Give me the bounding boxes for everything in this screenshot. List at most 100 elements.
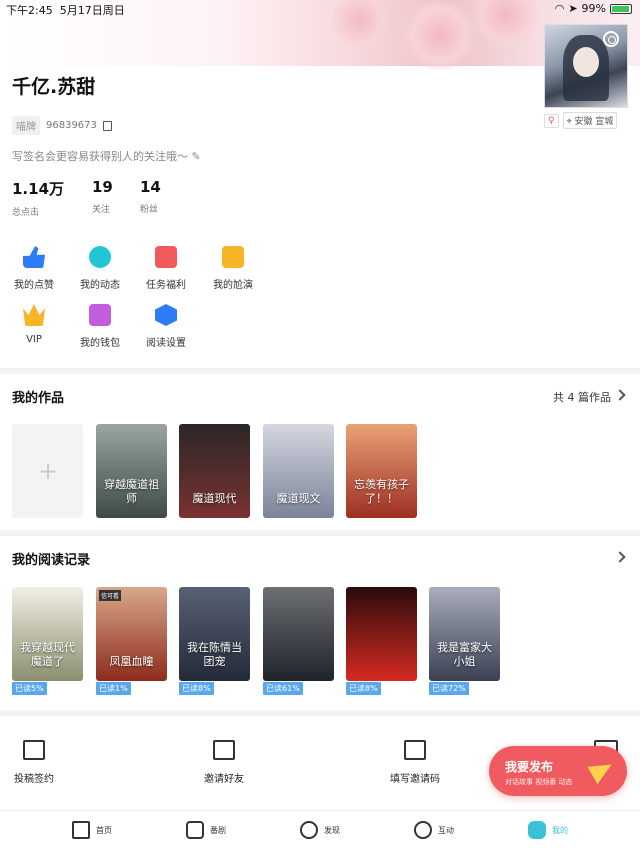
id-row: 喵牌 96839673 [12, 116, 112, 135]
status-date: 5月17日周日 [59, 4, 125, 17]
reading-cover[interactable]: 我穿越现代魔道了 已读5% [12, 587, 83, 695]
menu-reading-settings[interactable]: 阅读设置 [136, 304, 196, 349]
add-work-button[interactable]: + [12, 424, 83, 518]
status-time: 下午2:45 [6, 4, 53, 17]
settings-icon[interactable] [603, 31, 619, 47]
paper-plane-icon [587, 755, 617, 785]
copy-icon[interactable] [102, 120, 112, 131]
stat-value: 14 [140, 178, 161, 196]
chat-bubble-icon [414, 821, 432, 839]
tab-label: 我的 [552, 825, 568, 835]
home-icon [72, 821, 90, 839]
action-label: 邀请好友 [204, 774, 244, 785]
action-label: 填写邀请码 [390, 774, 440, 785]
id-number: 96839673 [46, 120, 97, 131]
profile-name: 千亿.苏甜 [12, 76, 96, 98]
edit-pencil-icon[interactable]: ✎ [192, 150, 201, 163]
reading-cover[interactable]: 信可看 凤凰血瞳 已读1% [96, 587, 167, 695]
reading-progress-badge: 已读8% [346, 682, 381, 695]
reading-title: 我穿越现代魔道了 [20, 641, 75, 668]
stat-value: 19 [92, 178, 113, 196]
reading-title: 凤凰血瞳 [109, 655, 154, 668]
compass-icon [89, 246, 111, 268]
female-icon: ♀ [544, 113, 559, 128]
tab-label: 互动 [438, 825, 454, 835]
submit-contract-button[interactable]: 投稿签约 [4, 740, 64, 785]
stat-following[interactable]: 19 关注 [92, 178, 113, 215]
stat-label: 总点击 [12, 208, 40, 218]
clapper-icon [222, 246, 244, 268]
cat-face-icon [528, 821, 546, 839]
reading-cover[interactable]: 已读61% [263, 587, 334, 695]
avatar[interactable] [544, 24, 628, 108]
fab-subtitle: 对话故事 视频番 动态 [505, 778, 573, 786]
enter-invite-code-button[interactable]: 填写邀请码 [380, 740, 450, 785]
invite-friends-button[interactable]: 邀请好友 [194, 740, 254, 785]
ticket-icon [404, 740, 426, 760]
tab-interact[interactable]: 互动 [414, 821, 454, 839]
bookmark-icon [23, 740, 45, 760]
work-title: 忘羡有孩子了！！ [354, 478, 409, 505]
work-title: 魔道现文 [276, 492, 321, 505]
reading-cover[interactable]: 我是富家大小姐 已读72% [429, 587, 500, 695]
hexagon-settings-icon [155, 304, 177, 326]
section-divider [0, 530, 640, 536]
signature-text: 写签名会更容易获得别人的关注哦～ [12, 150, 188, 163]
tab-home[interactable]: 首页 [72, 821, 112, 839]
publish-fab[interactable]: 我要发布 对话故事 视频番 动态 [489, 746, 627, 796]
tab-label: 番剧 [210, 825, 226, 835]
location-text: 安徽 宣城 [574, 117, 614, 127]
envelope-icon [213, 740, 235, 760]
battery-icon [610, 3, 632, 14]
stat-clicks[interactable]: 1.14万 总点击 [12, 178, 64, 218]
section-divider [0, 368, 640, 374]
signature-row[interactable]: 写签名会更容易获得别人的关注哦～ ✎ [12, 148, 201, 164]
reading-cover[interactable]: 我在陈情当团宠 已读8% [179, 587, 250, 695]
stat-label: 关注 [92, 205, 111, 215]
stat-value: 1.14万 [12, 180, 65, 198]
chevron-right-icon[interactable] [614, 551, 626, 563]
reading-progress-badge: 已读5% [12, 682, 47, 695]
reading-progress-badge: 已读1% [96, 682, 131, 695]
menu-posts[interactable]: 我的动态 [70, 246, 130, 291]
search-icon [300, 821, 318, 839]
work-title: 魔道现代 [192, 492, 237, 505]
menu-tasks[interactable]: 任务福利 [136, 246, 196, 291]
stat-fans[interactable]: 14 粉丝 [140, 178, 161, 215]
tab-bar: 首页 番剧 发现 互动 我的 [0, 810, 640, 853]
status-bar: 下午2:45 5月17日周日 ◠ ➤ 99% [0, 0, 640, 18]
menu-likes[interactable]: 我的点赞 [4, 246, 64, 291]
tab-label: 发现 [324, 825, 340, 835]
reading-progress-badge: 已读72% [429, 682, 469, 695]
menu-performances[interactable]: 我的尬演 [203, 246, 263, 291]
work-cover[interactable]: 忘羡有孩子了！！ [346, 424, 417, 518]
fab-title: 我要发布 [505, 760, 554, 774]
work-cover[interactable]: 穿越魔道祖师 [96, 424, 167, 518]
work-cover[interactable]: 魔道现代 [179, 424, 250, 518]
menu-wallet[interactable]: 我的钱包 [70, 304, 130, 349]
reading-progress-badge: 已读8% [179, 682, 214, 695]
action-label: 投稿签约 [14, 774, 54, 785]
tab-anime[interactable]: 番剧 [186, 821, 226, 839]
reading-cover[interactable]: 已读8% [346, 587, 417, 695]
crown-icon [23, 304, 45, 326]
battery-percent: 99% [581, 2, 606, 15]
location-pin-icon: ⌖ [566, 117, 572, 127]
menu-label: 我的尬演 [213, 280, 253, 291]
works-count[interactable]: 共 4 篇作品 [553, 389, 611, 405]
tab-label: 首页 [96, 825, 112, 835]
chevron-right-icon[interactable] [614, 389, 626, 401]
work-cover[interactable]: 魔道现文 [263, 424, 334, 518]
reading-progress-badge: 已读61% [263, 682, 303, 695]
menu-label: 我的点赞 [14, 280, 54, 291]
tab-discover[interactable]: 发现 [300, 821, 340, 839]
stat-label: 粉丝 [140, 205, 159, 215]
work-title: 穿越魔道祖师 [104, 478, 159, 505]
location-arrow-icon: ➤ [568, 2, 578, 15]
menu-label: VIP [26, 334, 42, 345]
menu-vip[interactable]: VIP [4, 304, 64, 345]
tab-mine[interactable]: 我的 [528, 821, 568, 839]
menu-label: 我的钱包 [80, 338, 120, 349]
section-divider [0, 710, 640, 716]
reading-title: 我是富家大小姐 [437, 641, 492, 668]
